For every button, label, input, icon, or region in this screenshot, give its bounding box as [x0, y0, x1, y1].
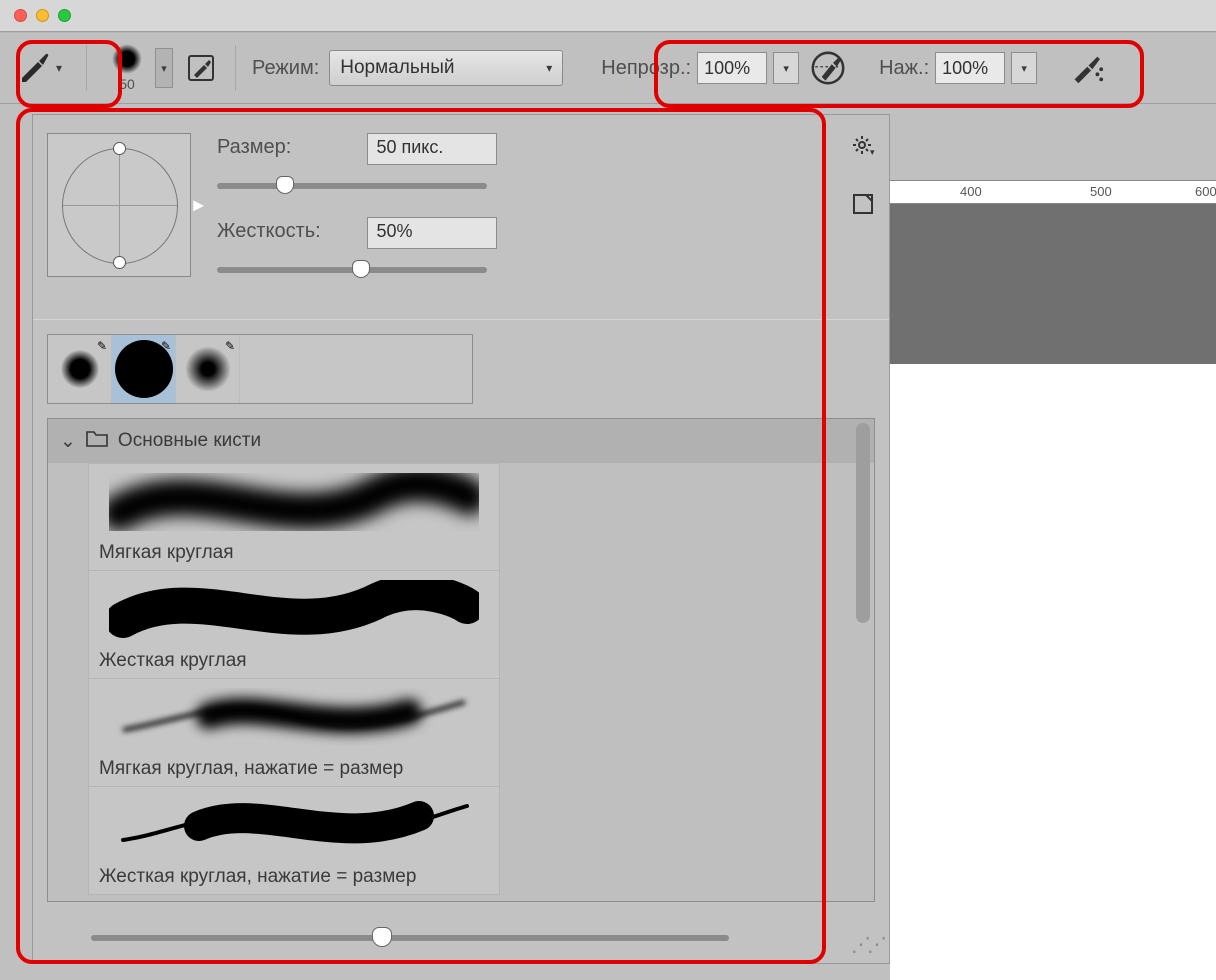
- opacity-label: Непрозр.:: [601, 57, 691, 80]
- brush-size-readout: 50: [119, 76, 135, 92]
- pressure-opacity-button[interactable]: [809, 49, 847, 87]
- maximize-window-button[interactable]: [58, 9, 71, 22]
- brush-stroke-preview: [99, 795, 489, 855]
- hardness-field[interactable]: 50%: [367, 217, 497, 249]
- folder-title: Основные кисти: [118, 430, 261, 452]
- folder-icon: [86, 429, 108, 453]
- new-preset-button[interactable]: [851, 192, 875, 221]
- flow-value: 100%: [942, 58, 988, 79]
- window-titlebar: [0, 0, 1216, 32]
- tool-options-bar: ▾ 50 ▾ Режим: Нормальный ▾ Непрозр.: 100…: [0, 32, 1216, 104]
- pencil-badge-icon: ✎: [225, 339, 235, 353]
- chevron-down-icon: ▾: [56, 61, 62, 75]
- ruler-tick: 500: [1090, 184, 1112, 199]
- mode-label: Режим:: [252, 57, 319, 80]
- brush-list: ⌄ Основные кисти Мягкая круглая Жесткая …: [47, 418, 875, 902]
- pencil-badge-icon: ✎: [161, 339, 171, 353]
- picker-settings-button[interactable]: ▾: [851, 133, 875, 162]
- slider-thumb[interactable]: [372, 927, 392, 947]
- slider-thumb[interactable]: [352, 260, 370, 278]
- brush-name: Мягкая круглая: [99, 542, 489, 564]
- brush-dot-icon: [112, 44, 142, 74]
- ruler-tick: 400: [960, 184, 982, 199]
- brush-dot-icon: [61, 350, 99, 388]
- horizontal-ruler[interactable]: 400 500 600: [890, 180, 1216, 204]
- brush-folder-header[interactable]: ⌄ Основные кисти: [48, 419, 874, 463]
- brush-tip-angle-control[interactable]: ▶: [47, 133, 191, 277]
- brush-stroke-preview: [99, 579, 489, 639]
- divider: [235, 45, 236, 91]
- angle-arrow-icon: ▶: [193, 197, 204, 214]
- flow-label: Наж.:: [879, 57, 929, 80]
- recent-brush-item[interactable]: ✎: [176, 335, 240, 403]
- resize-grip-icon[interactable]: ⋰⋰: [851, 932, 883, 957]
- brush-preset-item[interactable]: Мягкая круглая, нажатие = размер: [88, 679, 500, 787]
- separator: [33, 319, 889, 320]
- document-canvas[interactable]: [890, 364, 1216, 980]
- canvas-pasteboard: [890, 204, 1216, 364]
- brush-name: Жесткая круглая, нажатие = размер: [99, 866, 489, 888]
- brush-tool-icon: [16, 48, 52, 89]
- close-window-button[interactable]: [14, 9, 27, 22]
- opacity-field[interactable]: 100%: [697, 52, 767, 84]
- brush-preset-item[interactable]: Жесткая круглая, нажатие = размер: [88, 787, 500, 895]
- pencil-badge-icon: ✎: [97, 339, 107, 353]
- size-field[interactable]: 50 пикс.: [367, 133, 497, 165]
- recent-brushes-strip: ✎ ✎ ✎: [47, 334, 473, 404]
- size-slider[interactable]: [217, 183, 487, 189]
- recent-brush-item-selected[interactable]: ✎: [112, 335, 176, 403]
- size-value: 50 пикс.: [376, 137, 443, 157]
- ruler-tick: 600: [1195, 184, 1216, 199]
- slider-thumb[interactable]: [276, 176, 294, 194]
- size-label: Размер:: [217, 136, 357, 159]
- current-tool-button[interactable]: ▾: [8, 44, 70, 93]
- brush-settings-panel-button[interactable]: [183, 50, 219, 86]
- flow-field[interactable]: 100%: [935, 52, 1005, 84]
- chevron-down-icon: ⌄: [60, 430, 76, 453]
- blend-mode-select[interactable]: Нормальный ▾: [329, 50, 563, 86]
- document-canvas-area: 400 500 600: [890, 104, 1216, 980]
- brush-preset-item[interactable]: Мягкая круглая: [88, 463, 500, 571]
- brush-preset-picker: ▶ Размер: 50 пикс. Жесткость: 50% ▾: [32, 114, 890, 964]
- brush-preset-item[interactable]: Жесткая круглая: [88, 571, 500, 679]
- blend-mode-value: Нормальный: [340, 57, 454, 79]
- minimize-window-button[interactable]: [36, 9, 49, 22]
- brush-name: Мягкая круглая, нажатие = размер: [99, 758, 489, 780]
- opacity-value: 100%: [704, 58, 750, 79]
- opacity-dropdown[interactable]: ▾: [773, 52, 799, 84]
- airbrush-button[interactable]: [1067, 49, 1105, 87]
- brush-preset-thumb[interactable]: 50: [103, 44, 151, 92]
- thumbnail-zoom-slider[interactable]: [91, 935, 729, 941]
- brush-stroke-preview: [99, 472, 489, 532]
- hardness-slider[interactable]: [217, 267, 487, 273]
- brush-stroke-preview: [99, 687, 489, 747]
- brush-name: Жесткая круглая: [99, 650, 489, 672]
- brush-preset-dropdown[interactable]: ▾: [155, 48, 173, 88]
- scrollbar-vertical[interactable]: [856, 423, 870, 623]
- flow-dropdown[interactable]: ▾: [1011, 52, 1037, 84]
- chevron-down-icon: ▾: [546, 61, 552, 75]
- hardness-label: Жесткость:: [217, 220, 357, 243]
- brush-dot-icon: [185, 346, 231, 392]
- divider: [86, 45, 87, 91]
- hardness-value: 50%: [376, 221, 412, 241]
- recent-brush-item[interactable]: ✎: [48, 335, 112, 403]
- svg-text:▾: ▾: [870, 147, 875, 157]
